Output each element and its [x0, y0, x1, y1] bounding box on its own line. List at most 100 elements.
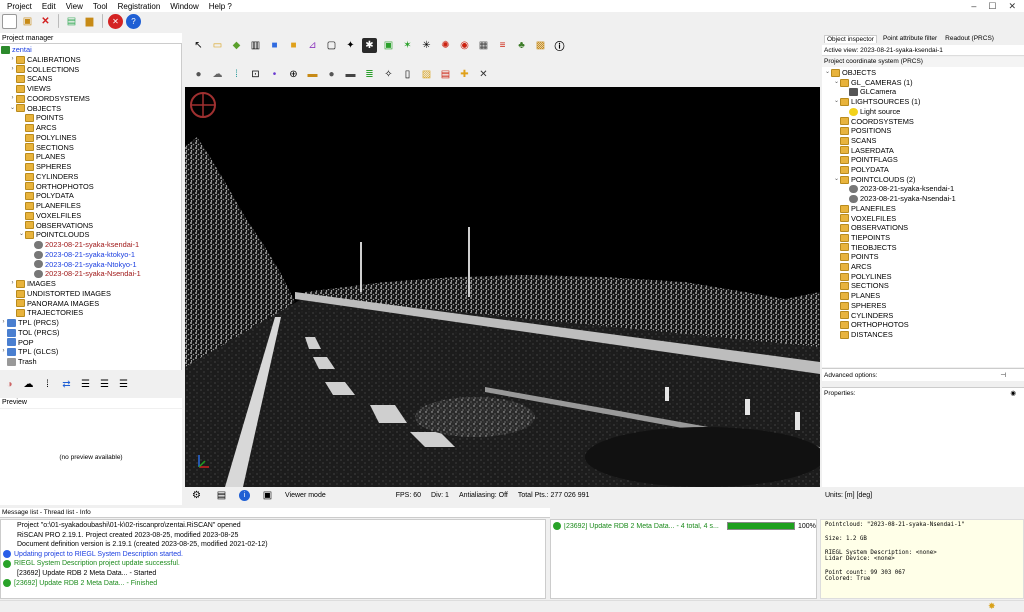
menu-project[interactable]: Project	[2, 2, 37, 11]
tree-item[interactable]: ⌄ LIGHTSOURCES (1)	[833, 97, 920, 107]
crop-icon[interactable]: ⊡	[248, 67, 263, 82]
tree-item[interactable]: 2023-08-21-syaka-ksendai-1	[27, 240, 139, 250]
tree-item[interactable]: POLYDATA	[833, 165, 889, 175]
point-cloud-view[interactable]	[185, 87, 820, 487]
info-icon[interactable]: ⓘ	[552, 38, 567, 53]
tree-item[interactable]: TRAJECTORIES	[9, 308, 83, 318]
expand-icon[interactable]: ⌄	[824, 68, 831, 78]
tree-item[interactable]: 2023-08-21-syaka-ktokyo-1	[27, 250, 135, 260]
tab-point-attribute-filter[interactable]: Point attribute filter	[881, 35, 939, 42]
sphere-icon[interactable]: ●	[191, 67, 206, 82]
tree-item[interactable]: OBSERVATIONS	[833, 223, 908, 233]
list-3-icon[interactable]: ☰	[116, 377, 131, 392]
tree-item[interactable]: ARCS	[833, 262, 872, 272]
rainbow-icon[interactable]: ✚	[457, 67, 472, 82]
close-tool-icon[interactable]: ✕	[476, 67, 491, 82]
tree-item[interactable]: 2023-08-21-syaka-Nsendai-1	[842, 194, 956, 204]
cube-icon[interactable]: ■	[267, 38, 282, 53]
minimize-button[interactable]: –	[971, 1, 976, 12]
folder-icon[interactable]: ▆	[82, 14, 97, 29]
tree-item[interactable]: POSITIONS	[833, 126, 891, 136]
cloud-icon[interactable]: ☁	[210, 67, 225, 82]
tree-item[interactable]: PLANES	[18, 152, 65, 162]
select-icon[interactable]: ▭	[210, 38, 225, 53]
tree-root[interactable]: zentai	[1, 45, 32, 55]
arrows-icon[interactable]: ⇄	[59, 377, 74, 392]
palette-icon[interactable]: ▩	[533, 38, 548, 53]
tree-item[interactable]: UNDISTORTED IMAGES	[9, 289, 111, 299]
tree-item[interactable]: POP	[0, 338, 34, 348]
expand-icon[interactable]: ›	[9, 55, 16, 65]
tree-item[interactable]: SPHERES	[18, 162, 71, 172]
color-icon[interactable]: ◆	[229, 38, 244, 53]
green-frame-icon[interactable]: ▣	[381, 38, 396, 53]
tree-item[interactable]: POLYLINES	[18, 133, 77, 143]
grid-icon[interactable]: ▦	[476, 38, 491, 53]
expand-icon[interactable]: ›	[0, 318, 7, 328]
tree-item[interactable]: SECTIONS	[18, 143, 74, 153]
tree-item[interactable]: TIEOBJECTS	[833, 243, 897, 253]
star-icon[interactable]: ✦	[343, 38, 358, 53]
tree-item[interactable]: VOXELFILES	[18, 211, 81, 221]
tree-item[interactable]: CYLINDERS	[18, 172, 78, 182]
tree-item[interactable]: CYLINDERS	[833, 311, 893, 321]
tree-item[interactable]: ⌄ GL_CAMERAS (1)	[833, 78, 913, 88]
tree-item[interactable]: Trash	[0, 357, 37, 367]
expand-icon[interactable]: ⌄	[9, 104, 16, 114]
expand-icon[interactable]: ›	[9, 65, 16, 75]
tree-item[interactable]: Light source	[842, 107, 900, 117]
tree-item[interactable]: SCANS	[833, 136, 876, 146]
tree-item[interactable]: PLANEFILES	[18, 201, 81, 211]
tree-item[interactable]: SECTIONS	[833, 281, 889, 291]
spark-icon[interactable]: ✳	[419, 38, 434, 53]
open-project-icon[interactable]: ▣	[20, 14, 35, 29]
tree-item[interactable]: GLCamera	[842, 87, 896, 97]
image-color-icon[interactable]: ▨	[419, 67, 434, 82]
ball-icon[interactable]: ●	[324, 67, 339, 82]
axes-icon[interactable]: ⊿	[305, 38, 320, 53]
tree-item[interactable]: › CALIBRATIONS	[9, 55, 81, 65]
tree-item[interactable]: PLANEFILES	[833, 204, 896, 214]
tree-item[interactable]: ORTHOPHOTOS	[833, 320, 909, 330]
expand-icon[interactable]: ⌄	[833, 175, 840, 185]
tree-item[interactable]: LASERDATA	[833, 146, 894, 156]
tree-item[interactable]: TIEPOINTS	[833, 233, 890, 243]
tree-item[interactable]: ORTHOPHOTOS	[18, 182, 94, 192]
compass-icon[interactable]	[190, 92, 216, 118]
3d-viewport[interactable]	[185, 87, 820, 487]
tree-item[interactable]: › TPL (GLCS)	[0, 347, 59, 357]
new-project-icon[interactable]	[2, 13, 17, 29]
stop-icon[interactable]: ✕	[108, 13, 123, 29]
tree-item[interactable]: ARCS	[18, 123, 57, 133]
tab-object-inspector[interactable]: Object inspector	[824, 34, 877, 43]
frame-icon[interactable]: ▢	[324, 38, 339, 53]
tree-item[interactable]: VIEWS	[9, 84, 51, 94]
menu-window[interactable]: Window	[165, 2, 203, 11]
tree-item[interactable]: COORDSYSTEMS	[833, 117, 914, 127]
menu-view[interactable]: View	[61, 2, 88, 11]
expand-icon[interactable]: ⌄	[833, 78, 840, 88]
list-icon[interactable]: ☰	[78, 377, 93, 392]
menu-edit[interactable]: Edit	[37, 2, 61, 11]
image-icon[interactable]: ✱	[362, 37, 377, 53]
box-icon[interactable]: ■	[286, 38, 301, 53]
tree-item[interactable]: 2023-08-21-syaka-ksendai-1	[842, 184, 954, 194]
tree-item[interactable]: ⌄ POINTCLOUDS	[18, 230, 89, 240]
tree-item[interactable]: SPHERES	[833, 301, 886, 311]
point-icon[interactable]: •	[267, 67, 282, 82]
tree-item[interactable]: › COORDSYSTEMS	[9, 94, 90, 104]
tree-item[interactable]: POLYLINES	[833, 272, 892, 282]
pin-icon[interactable]: ◉	[457, 38, 472, 53]
info-circle-icon[interactable]: i	[239, 489, 250, 501]
expand-icon[interactable]: ⌄	[833, 97, 840, 107]
tree-item[interactable]: 2023-08-21-syaka-Nsendai-1	[27, 269, 141, 279]
expand-icon[interactable]: ⌄	[18, 230, 25, 240]
target-icon[interactable]: ✧	[381, 67, 396, 82]
expand-icon[interactable]: ›	[0, 347, 7, 357]
tree-item[interactable]: TOL (PRCS)	[0, 328, 59, 338]
save-icon[interactable]: ▤	[64, 14, 79, 29]
ruler-icon[interactable]: ▬	[305, 67, 320, 82]
tree-item[interactable]: › COLLECTIONS	[9, 65, 80, 75]
tree-item[interactable]: ⌄ OBJECTS	[9, 104, 61, 114]
help-icon[interactable]: ?	[126, 13, 141, 29]
